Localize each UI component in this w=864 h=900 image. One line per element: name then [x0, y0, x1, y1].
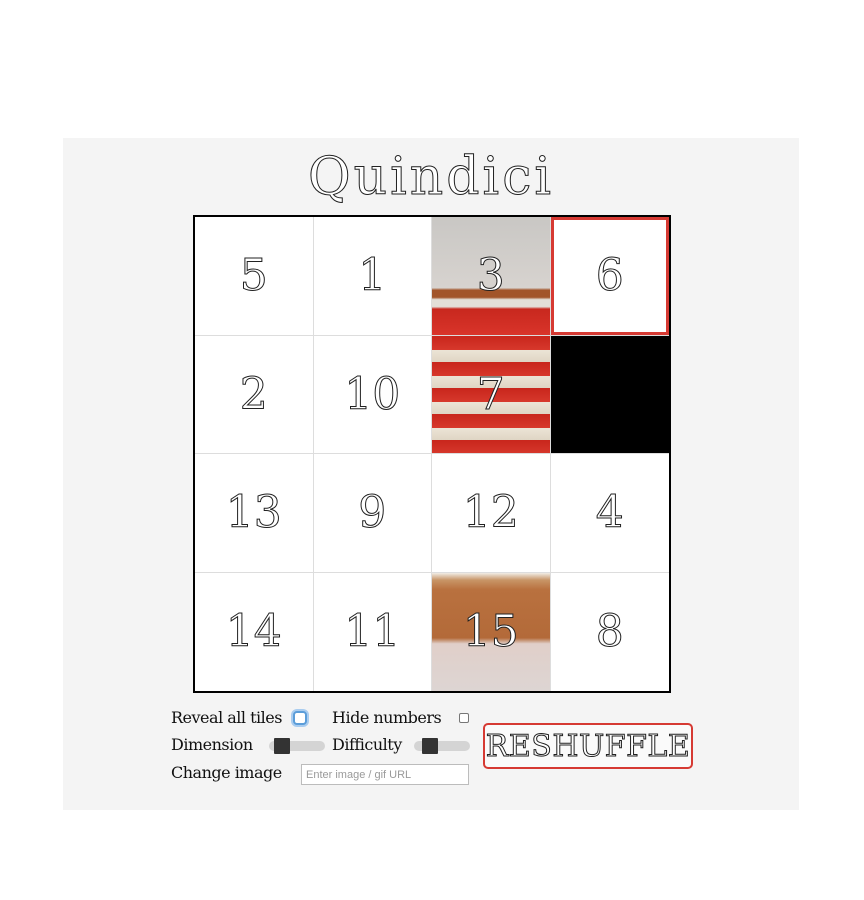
tile-9[interactable]: 9	[313, 454, 432, 573]
tile-3-revealed[interactable]: 3	[432, 217, 551, 336]
tile-number: 4	[595, 487, 624, 539]
tile-11[interactable]: 11	[313, 572, 432, 691]
hide-numbers-checkbox[interactable]	[459, 713, 469, 723]
tile-number: 13	[225, 487, 282, 539]
tile-2[interactable]: 2	[195, 335, 314, 454]
tile-number: 14	[225, 606, 282, 658]
dimension-slider-thumb[interactable]	[274, 738, 290, 754]
puzzle-board: 5 1 3 6 2 10 7 13 9 12 4 14 11 15 8	[193, 215, 671, 693]
tile-number: 7	[476, 368, 505, 420]
reveal-all-checkbox[interactable]	[293, 711, 307, 725]
dimension-label: Dimension	[171, 735, 253, 754]
reshuffle-button[interactable]: RESHUFFLE	[483, 723, 693, 769]
change-image-label: Change image	[171, 763, 282, 782]
tile-10[interactable]: 10	[313, 335, 432, 454]
tile-1[interactable]: 1	[313, 217, 432, 336]
tile-15-revealed[interactable]: 15	[432, 572, 551, 691]
tile-6-selected[interactable]: 6	[550, 217, 669, 336]
game-panel: Quindici 5 1 3 6 2 10 7 13 9 12 4 14 11 …	[63, 138, 799, 810]
tile-number: 8	[595, 606, 624, 658]
difficulty-slider-thumb[interactable]	[422, 738, 438, 754]
tile-4[interactable]: 4	[550, 454, 669, 573]
tile-number: 3	[476, 250, 505, 302]
difficulty-slider[interactable]	[414, 738, 470, 754]
hide-numbers-label: Hide numbers	[332, 708, 442, 727]
tile-number: 12	[462, 487, 519, 539]
tile-number: 11	[344, 606, 401, 658]
tile-14[interactable]: 14	[195, 572, 314, 691]
difficulty-label: Difficulty	[332, 735, 402, 754]
controls-panel: Reveal all tiles Hide numbers Dimension …	[171, 708, 693, 798]
tile-13[interactable]: 13	[195, 454, 314, 573]
empty-tile	[550, 335, 669, 454]
tile-number: 15	[462, 606, 519, 658]
dimension-slider[interactable]	[269, 738, 325, 754]
tile-12[interactable]: 12	[432, 454, 551, 573]
tile-number: 9	[358, 487, 387, 539]
tile-number: 2	[239, 368, 268, 420]
image-url-input[interactable]	[301, 764, 469, 785]
tile-number: 5	[239, 250, 268, 302]
tile-5[interactable]: 5	[195, 217, 314, 336]
tile-8[interactable]: 8	[550, 572, 669, 691]
tile-number: 1	[358, 250, 387, 302]
tile-7-revealed[interactable]: 7	[432, 335, 551, 454]
tile-number: 10	[344, 368, 401, 420]
tile-number: 6	[595, 250, 624, 302]
reveal-all-label: Reveal all tiles	[171, 708, 282, 727]
game-title: Quindici	[308, 147, 554, 208]
